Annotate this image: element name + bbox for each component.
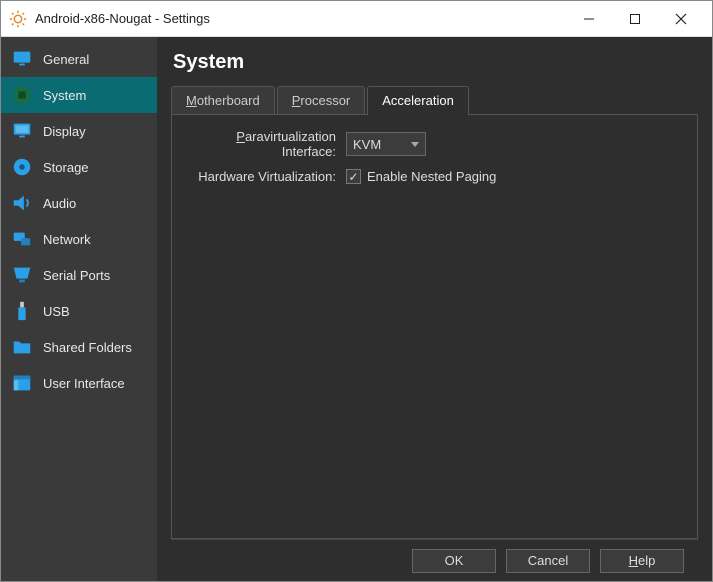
tab-panel-acceleration: Paravirtualization Interface: KVM Hardwa… <box>171 115 698 539</box>
sidebar-item-label: Serial Ports <box>43 268 110 283</box>
sidebar-item-label: USB <box>43 304 70 319</box>
sidebar-item-label: Network <box>43 232 91 247</box>
maximize-button[interactable] <box>612 3 658 35</box>
sidebar-item-label: System <box>43 88 86 103</box>
paravirt-label: Paravirtualization Interface: <box>186 129 346 159</box>
tab-acceleration[interactable]: Acceleration <box>367 86 469 114</box>
monitor-icon <box>11 48 33 70</box>
sidebar-item-label: Shared Folders <box>43 340 132 355</box>
sidebar-item-serial-ports[interactable]: Serial Ports <box>1 257 157 293</box>
tab-processor[interactable]: Processor <box>277 86 366 114</box>
sidebar-item-network[interactable]: Network <box>1 221 157 257</box>
sidebar-item-user-interface[interactable]: User Interface <box>1 365 157 401</box>
disk-icon <box>11 156 33 178</box>
sidebar-item-general[interactable]: General <box>1 41 157 77</box>
usb-icon <box>11 300 33 322</box>
speaker-icon <box>11 192 33 214</box>
minimize-button[interactable] <box>566 3 612 35</box>
paravirt-value: KVM <box>353 137 381 152</box>
folder-icon <box>11 336 33 358</box>
serial-port-icon <box>11 264 33 286</box>
sidebar-item-audio[interactable]: Audio <box>1 185 157 221</box>
sidebar-item-label: User Interface <box>43 376 125 391</box>
page-title: System <box>173 51 698 74</box>
cancel-button[interactable]: Cancel <box>506 549 590 573</box>
sidebar-item-storage[interactable]: Storage <box>1 149 157 185</box>
help-button[interactable]: Help <box>600 549 684 573</box>
window-controls <box>566 3 704 35</box>
sidebar-item-label: Storage <box>43 160 89 175</box>
window-title: Android-x86-Nougat - Settings <box>35 11 210 26</box>
sidebar-item-system[interactable]: System <box>1 77 157 113</box>
close-button[interactable] <box>658 3 704 35</box>
hw-virt-label: Hardware Virtualization: <box>186 169 346 184</box>
body: General System Display Storage <box>1 37 712 581</box>
sidebar-item-usb[interactable]: USB <box>1 293 157 329</box>
sidebar-item-label: General <box>43 52 89 67</box>
sidebar-item-display[interactable]: Display <box>1 113 157 149</box>
sidebar-item-label: Display <box>43 124 86 139</box>
tab-motherboard[interactable]: Motherboard <box>171 86 275 114</box>
sidebar-item-shared-folders[interactable]: Shared Folders <box>1 329 157 365</box>
sidebar: General System Display Storage <box>1 37 157 581</box>
titlebar: Android-x86-Nougat - Settings <box>1 1 712 37</box>
paravirt-select[interactable]: KVM <box>346 132 426 156</box>
tabs: Motherboard Processor Acceleration <box>171 86 698 115</box>
chevron-down-icon <box>411 142 419 147</box>
ok-button[interactable]: OK <box>412 549 496 573</box>
paravirt-row: Paravirtualization Interface: KVM <box>186 129 683 159</box>
layout-icon <box>11 372 33 394</box>
main-panel: System Motherboard Processor Acceleratio… <box>157 37 712 581</box>
hw-virt-row: Hardware Virtualization: Enable Nested P… <box>186 169 683 184</box>
footer: OK Cancel Help <box>171 539 698 581</box>
chip-icon <box>11 84 33 106</box>
nested-paging-label: Enable Nested Paging <box>367 169 496 184</box>
settings-window: Android-x86-Nougat - Settings General <box>0 0 713 582</box>
sidebar-item-label: Audio <box>43 196 76 211</box>
app-icon <box>9 10 27 28</box>
nested-paging-checkbox[interactable] <box>346 169 361 184</box>
network-icon <box>11 228 33 250</box>
display-icon <box>11 120 33 142</box>
